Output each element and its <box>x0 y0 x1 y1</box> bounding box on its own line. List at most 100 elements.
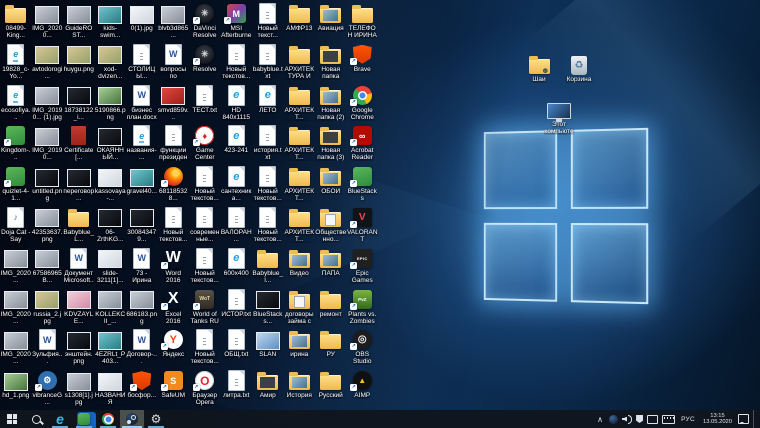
desktop-icon[interactable]: НАЗВАНИЯ РОССИИ1.jpg <box>95 368 127 409</box>
desktop-icon[interactable]: переговор... <box>63 164 95 205</box>
desktop-icon[interactable]: e 600x400 <box>221 246 253 287</box>
desktop-icon[interactable]: smvd859v... <box>158 83 190 124</box>
steam-tray-icon[interactable] <box>609 410 618 428</box>
desktop-icon[interactable]: ♦ ↗ Game Center <box>189 123 221 164</box>
desktop-icon[interactable]: ↗ Google Chrome <box>347 83 379 124</box>
desktop-icon[interactable]: W ↗ Word 2016 <box>158 246 190 287</box>
desktop-icon[interactable]: O ↗ Браузер Opera <box>189 368 221 409</box>
desktop-icon[interactable]: ОБОИ <box>315 164 347 205</box>
desktop-icon[interactable]: Новый текстов... <box>189 246 221 287</box>
desktop-icon[interactable]: Видео <box>284 246 316 287</box>
display-tray-icon[interactable] <box>647 410 658 428</box>
desktop-icon[interactable]: ↗ Brave <box>347 42 379 83</box>
desktop-icon[interactable]: hd_1.png <box>0 368 32 409</box>
desktop-icon[interactable]: литра.txt <box>221 368 253 409</box>
desktop-icon[interactable]: ↗ Kingdom-... <box>0 123 32 164</box>
desktop-icon[interactable]: kassovaya-... <box>95 164 127 205</box>
desktop-icon[interactable]: История <box>284 368 316 409</box>
desktop-icon[interactable]: 42353637.png <box>32 205 64 246</box>
desktop-icon[interactable]: EPIC↗Epic Games Launcher <box>347 246 379 287</box>
desktop-icon[interactable]: Новый текст... <box>252 1 284 42</box>
desktop-icon[interactable]: SLAN <box>252 327 284 368</box>
desktop-icon[interactable]: WoT ↗ World of Tanks RU <box>189 287 221 328</box>
desktop-icon[interactable]: Certificate[... <box>63 123 95 164</box>
desktop-icon[interactable]: ↗ quizlet-4-1... <box>0 164 32 205</box>
desktop-icon[interactable]: Y ↗ Яндекс <box>158 327 190 368</box>
desktop-icon[interactable]: ◎ ↗ OBS Studio <box>347 327 379 368</box>
language-indicator[interactable]: РУС <box>679 410 697 428</box>
desktop-icon[interactable]: ОКАЯННЫЙ... <box>95 123 127 164</box>
desktop-icon[interactable]: Авиация <box>315 1 347 42</box>
desktop-icon[interactable]: W Зульфия... <box>32 327 64 368</box>
desktop-icon[interactable]: IMG_2020... <box>0 327 32 368</box>
desktop-icon[interactable]: Новый текстов... <box>158 205 190 246</box>
desktop-icon[interactable]: ИСТОР.txt <box>221 287 253 328</box>
desktop-icon[interactable]: 4EZRLt_P403... <box>95 327 127 368</box>
desktop-icon[interactable]: e ecosofiya... <box>0 83 32 124</box>
desktop-icon[interactable]: ✳↗DaVinci Resolve Pro... <box>189 1 221 42</box>
desktop-icon[interactable]: ↗ босфор... <box>126 368 158 409</box>
desktop-icon[interactable]: ОБЩ.txt <box>221 327 253 368</box>
chrome-taskbar-button[interactable] <box>96 410 120 428</box>
desktop-icon[interactable]: IMG_20190... (1).jpg <box>32 83 64 124</box>
desktop-icon[interactable]: WДокумент Microsoft... <box>63 246 95 287</box>
desktop-icon[interactable]: IMG_2020... <box>0 246 32 287</box>
desktop-icon[interactable]: kids-swim... <box>95 1 127 42</box>
desktop-icon[interactable]: ∞↗Acrobat Reader DC <box>347 123 379 164</box>
desktop-icon[interactable]: Babyblue_L... <box>63 205 95 246</box>
desktop-icon[interactable]: IMG_20200... <box>32 1 64 42</box>
desktop-icon[interactable]: e сантехника... <box>221 164 253 205</box>
desktop-icon[interactable]: ирина <box>284 327 316 368</box>
desktop-icon[interactable]: KOLLEKCII_... <box>95 287 127 328</box>
edge-taskbar-button[interactable]: e <box>48 410 72 428</box>
volume-icon[interactable] <box>622 410 632 428</box>
desktop-icon[interactable]: Новый текстов... <box>189 327 221 368</box>
desktop-icon[interactable]: ▲ ↗ AIMP <box>347 368 379 409</box>
desktop-icon[interactable]: slide-3211[1]... <box>95 246 127 287</box>
desktop-icon[interactable]: S ↗ SafeUM <box>158 368 190 409</box>
desktop-icon[interactable]: Новый текстов... <box>252 205 284 246</box>
desktop-icon[interactable]: W Договор-... <box>126 327 158 368</box>
desktop-icon[interactable]: Новая папка <box>315 42 347 83</box>
desktop-icon[interactable]: s1308[1].jpg <box>63 368 95 409</box>
desktop-icon[interactable]: babyblue.txt <box>252 42 284 83</box>
desktop-icon[interactable]: ремонт <box>315 287 347 328</box>
desktop-icon[interactable]: история.txt <box>252 123 284 164</box>
desktop-icon[interactable]: ПАПА <box>315 246 347 287</box>
desktop-icon[interactable]: IMG_20190... <box>32 123 64 164</box>
desktop-icon[interactable]: e HD 840x1115 <box>221 83 253 124</box>
touch-keyboard-icon[interactable] <box>662 410 675 428</box>
desktop-icon[interactable]: АРХИТЕКТ... РОССИИ И... <box>284 83 316 124</box>
desktop-icon[interactable]: PvZ ↗ Plants vs. Zombies <box>347 287 379 328</box>
desktop-icon[interactable]: Новая папка (2) <box>315 83 347 124</box>
desktop-icon[interactable]: современные... <box>189 205 221 246</box>
desktop-icon[interactable]: 08499-King... <box>0 1 32 42</box>
desktop-icon[interactable]: 67586965B... <box>32 246 64 287</box>
desktop-icon[interactable]: энштейн.png <box>63 327 95 368</box>
desktop-icon[interactable]: ТЕЛЕФОН ИРИНА <box>347 1 379 42</box>
desktop-icon[interactable]: ВАЛОРАН... <box>221 205 253 246</box>
defender-icon[interactable] <box>636 410 643 428</box>
action-center-button[interactable] <box>738 410 749 428</box>
desktop-icon[interactable]: ⚙ ↗ vibranceG... <box>32 368 64 409</box>
desktop-icon[interactable]: russia_2.jpg <box>32 287 64 328</box>
desktop-icon[interactable]: Babyblue_l... <box>252 246 284 287</box>
desktop-icon[interactable]: Амир <box>252 368 284 409</box>
desktop-icon[interactable]: Этот компьютер <box>532 97 586 135</box>
desktop-icon[interactable]: KDVZAYLE... <box>63 287 95 328</box>
desktop-icon[interactable]: e ЛЕТО <box>252 83 284 124</box>
desktop-icon[interactable]: xod-dvizen... <box>95 42 127 83</box>
desktop-icon[interactable]: W73 - Ирина П... <box>126 246 158 287</box>
desktop-icon[interactable]: функции президент... <box>158 123 190 164</box>
desktop-icon[interactable]: договоры займа с о... <box>284 287 316 328</box>
search-taskbar-button[interactable] <box>24 410 48 428</box>
desktop-icon[interactable]: 686183.png <box>126 287 158 328</box>
desktop-icon[interactable]: 0(1).jpg <box>126 1 158 42</box>
desktop-icon[interactable]: СТОЛИЦЫ... <box>126 42 158 83</box>
desktop-icon[interactable]: blvb3d865... <box>158 1 190 42</box>
desktop-icon[interactable]: Новый текстов... <box>189 164 221 205</box>
desktop-icon[interactable]: 18738122_i... <box>63 83 95 124</box>
desktop-icon[interactable]: ↗ 681185328... <box>158 164 190 205</box>
desktop-icon[interactable]: РУ <box>315 327 347 368</box>
desktop-icon[interactable]: Новая папка (3) <box>315 123 347 164</box>
